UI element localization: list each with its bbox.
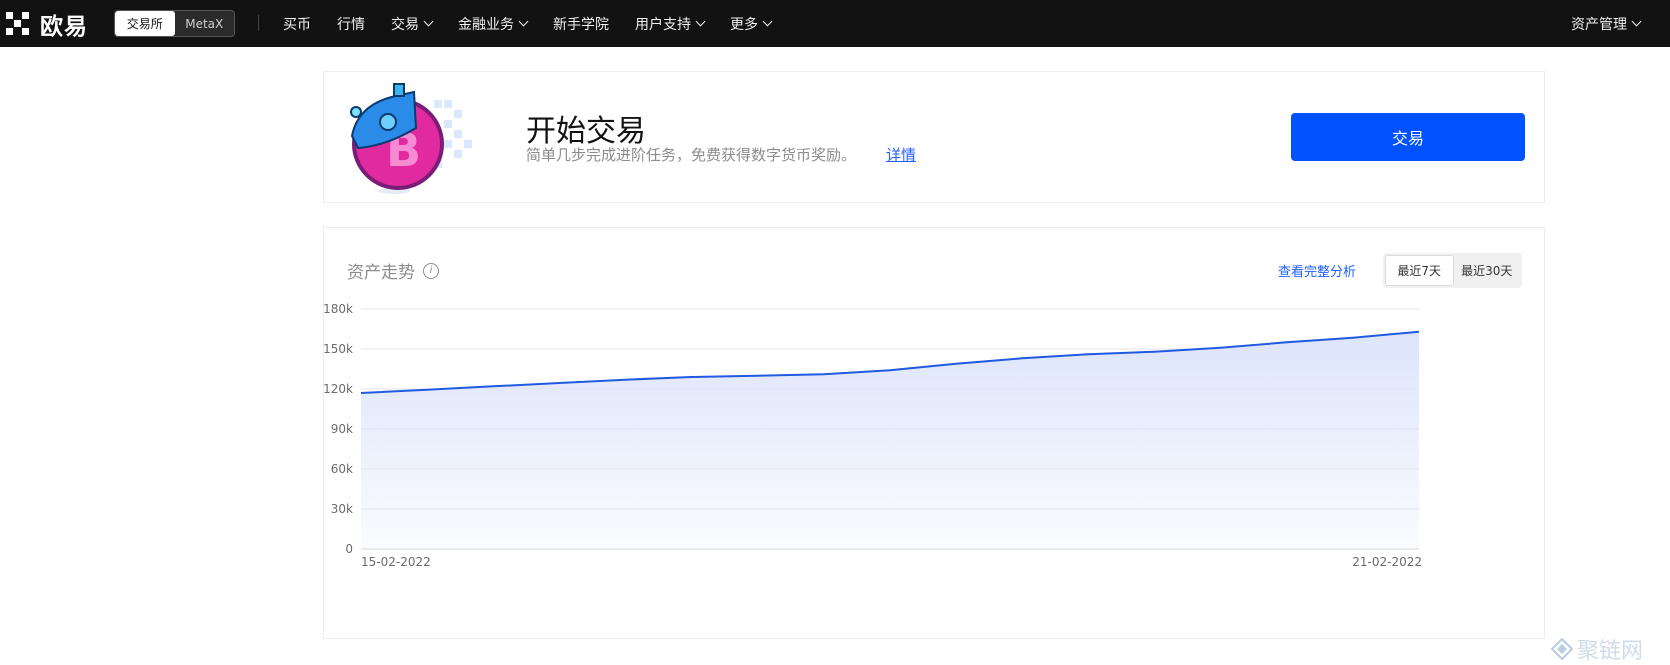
nav-item-label: 金融业务 [458, 16, 514, 33]
x-tick-label: 21-02-2022 [1352, 555, 1422, 569]
watermark: 聚链网 [1551, 633, 1643, 665]
logo-text: 欧易 [40, 14, 88, 40]
platform-switcher: 交易所 MetaX [114, 10, 235, 37]
chevron-down-icon [518, 16, 529, 27]
y-tick-label: 150k [324, 342, 353, 356]
watermark-text: 聚链网 [1577, 639, 1644, 664]
switch-exchange[interactable]: 交易所 [115, 11, 175, 36]
nav-item[interactable]: 新手学院 [553, 14, 609, 34]
nav-item[interactable]: 更多 [730, 14, 773, 34]
trade-button[interactable]: 交易 [1291, 113, 1525, 161]
promo-details-link[interactable]: 详情 [886, 144, 916, 165]
nav-divider [258, 15, 259, 31]
view-full-analysis-link[interactable]: 查看完整分析 [1278, 261, 1356, 280]
nav-item-label: 买币 [283, 16, 311, 33]
asset-trend-card: 0 30k 60k 90k 120k 150k 180k 15-02-2022 21-02-20… [323, 227, 1545, 639]
nav-asset-management[interactable]: 资产管理 [1571, 0, 1642, 47]
asset-trend-title: 资产走势 [347, 263, 415, 283]
switch-metax[interactable]: MetaX [175, 11, 235, 36]
range-tab-7d[interactable]: 最近7天 [1385, 255, 1454, 286]
nav-item[interactable]: 行情 [337, 14, 365, 34]
nav-item[interactable]: 用户支持 [635, 14, 706, 34]
promo-subtitle: 简单几步完成进阶任务，免费获得数字货币奖励。 [526, 146, 857, 164]
watermark-logo-icon [1551, 638, 1573, 660]
chevron-down-icon [423, 16, 434, 27]
time-range-tabs: 最近7天 最近30天 [1383, 253, 1522, 288]
nav-item-label: 用户支持 [635, 16, 691, 33]
asset-trend-heading: 资产走势 i [347, 258, 439, 283]
y-tick-label: 120k [324, 382, 353, 396]
chevron-down-icon [695, 16, 706, 27]
nav-item[interactable]: 买币 [283, 14, 311, 34]
y-tick-label: 30k [331, 502, 353, 516]
series-area [361, 331, 1419, 549]
nav-item-label: 交易 [391, 16, 419, 33]
nav-asset-management-label: 资产管理 [1571, 16, 1627, 33]
okx-logo-icon [6, 12, 30, 36]
x-tick-label: 15-02-2022 [361, 555, 431, 569]
nav-item[interactable]: 金融业务 [458, 14, 529, 34]
range-tab-30d[interactable]: 最近30天 [1454, 255, 1521, 286]
y-tick-label: 0 [345, 542, 353, 556]
chevron-down-icon [1631, 16, 1642, 27]
y-tick-label: 90k [331, 422, 353, 436]
info-icon[interactable]: i [423, 262, 439, 279]
start-trading-card: B 开始交易 简单几步完成进阶任务，免费获得数字货币奖励。 详情 交易 [323, 71, 1545, 203]
logo[interactable]: 欧易 [6, 10, 88, 40]
nav-item-label: 新手学院 [553, 16, 609, 33]
bitcoin-robot-illustration: B [350, 83, 472, 194]
nav-item-label: 行情 [337, 16, 365, 33]
main-nav: 买币 行情 交易 金融业务 新手学院 用户支持 更多 [283, 0, 797, 47]
y-tick-label: 180k [324, 302, 353, 316]
nav-item[interactable]: 交易 [391, 14, 434, 34]
asset-trend-chart: 0 30k 60k 90k 120k 150k 180k 15-02-2022 21-02-20… [324, 302, 1422, 569]
top-nav-bar: 欧易 交易所 MetaX 买币 行情 交易 金融业务 新手学院 用户支持 更多 资产管理 [0, 0, 1670, 47]
nav-item-label: 更多 [730, 16, 758, 33]
chevron-down-icon [762, 16, 773, 27]
y-tick-label: 60k [331, 462, 353, 476]
